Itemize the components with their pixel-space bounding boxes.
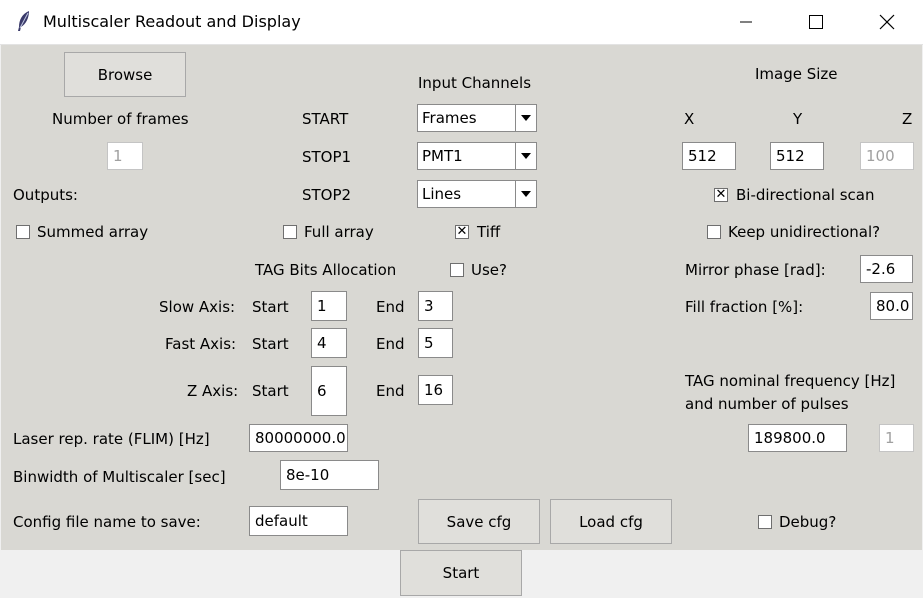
z-end-label: End: [376, 382, 405, 400]
z-axis-start-field[interactable]: [311, 366, 347, 416]
z-axis-label: Z Axis:: [187, 382, 239, 400]
chevron-down-icon[interactable]: [515, 143, 536, 169]
tag-frequency-label-line2: and number of pulses: [685, 395, 849, 413]
summed-array-checkbox[interactable]: [16, 225, 30, 239]
bidirectional-scan-label: Bi-directional scan: [736, 186, 875, 204]
number-of-frames-label: Number of frames: [52, 110, 189, 128]
binwidth-label: Binwidth of Multiscaler [sec]: [13, 468, 226, 486]
fill-fraction-field[interactable]: [870, 292, 913, 320]
tag-frequency-label-line1: TAG nominal frequency [Hz]: [685, 372, 896, 390]
stop2-channel-label: STOP2: [302, 186, 352, 204]
save-cfg-button[interactable]: Save cfg: [418, 499, 540, 544]
minimize-button[interactable]: [723, 0, 769, 44]
bottom-bar: Start: [1, 550, 922, 596]
laser-rep-rate-field[interactable]: [249, 424, 348, 452]
keep-unidirectional-checkbox[interactable]: [707, 225, 721, 239]
fast-axis-label: Fast Axis:: [165, 335, 237, 353]
tiff-checkbox[interactable]: ✕: [455, 225, 469, 239]
slow-end-label: End: [376, 298, 405, 316]
start-channel-value: Frames: [422, 109, 477, 127]
debug-label: Debug?: [779, 513, 837, 531]
tag-use-label: Use?: [471, 261, 507, 279]
mirror-phase-label: Mirror phase [rad]:: [685, 261, 826, 279]
x-label: X: [684, 110, 695, 128]
z-axis-end-field[interactable]: [418, 375, 453, 405]
window-title: Multiscaler Readout and Display: [43, 12, 301, 31]
config-file-field[interactable]: [249, 506, 348, 536]
stop1-channel-label: STOP1: [302, 148, 352, 166]
bidirectional-scan-checkbox[interactable]: ✕: [714, 188, 728, 202]
stop2-channel-value: Lines: [422, 185, 462, 203]
start-channel-label: START: [302, 110, 349, 128]
input-channels-heading: Input Channels: [418, 74, 532, 92]
slow-axis-start-field[interactable]: [311, 291, 347, 321]
tag-use-checkbox[interactable]: [450, 263, 464, 277]
full-array-checkbox[interactable]: [283, 225, 297, 239]
main-panel: Browse Input Channels Image Size Number …: [1, 45, 922, 550]
tag-pulses-field[interactable]: [879, 424, 914, 452]
fast-axis-end-field[interactable]: [418, 328, 453, 358]
tag-frequency-field[interactable]: [748, 424, 847, 452]
fast-start-label: Start: [252, 335, 289, 353]
number-of-frames-field[interactable]: [107, 142, 143, 170]
fill-fraction-label: Fill fraction [%]:: [685, 298, 804, 316]
slow-axis-end-field[interactable]: [418, 291, 453, 321]
title-bar: Multiscaler Readout and Display: [0, 0, 923, 45]
stop2-channel-select[interactable]: Lines: [417, 180, 537, 208]
start-button[interactable]: Start: [400, 550, 522, 596]
image-size-x-field[interactable]: [682, 142, 736, 170]
stop1-channel-select[interactable]: PMT1: [417, 142, 537, 170]
tag-bits-heading: TAG Bits Allocation: [255, 261, 397, 279]
chevron-down-icon[interactable]: [515, 105, 536, 131]
laser-rep-rate-label: Laser rep. rate (FLIM) [Hz]: [13, 430, 210, 448]
full-array-label: Full array: [304, 223, 374, 241]
chevron-down-icon[interactable]: [515, 181, 536, 207]
mirror-phase-field[interactable]: [860, 255, 913, 283]
y-label: Y: [793, 110, 803, 128]
image-size-z-field[interactable]: [860, 142, 914, 170]
outputs-label: Outputs:: [13, 186, 78, 204]
image-size-y-field[interactable]: [770, 142, 824, 170]
maximize-button[interactable]: [793, 0, 839, 44]
browse-button[interactable]: Browse: [64, 52, 186, 97]
feather-app-icon: [16, 10, 32, 36]
stop1-channel-value: PMT1: [422, 147, 463, 165]
tiff-label: Tiff: [477, 223, 501, 241]
fast-axis-start-field[interactable]: [311, 328, 347, 358]
slow-start-label: Start: [252, 298, 289, 316]
fast-end-label: End: [376, 335, 405, 353]
z-start-label: Start: [252, 382, 289, 400]
summed-array-label: Summed array: [37, 223, 149, 241]
keep-unidirectional-label: Keep unidirectional?: [728, 223, 881, 241]
config-file-label: Config file name to save:: [13, 513, 201, 531]
close-button[interactable]: [864, 0, 910, 44]
z-label: Z: [902, 110, 913, 128]
load-cfg-button[interactable]: Load cfg: [550, 499, 672, 544]
image-size-heading: Image Size: [755, 65, 838, 83]
debug-checkbox[interactable]: [758, 515, 772, 529]
binwidth-field[interactable]: [280, 460, 379, 490]
start-channel-select[interactable]: Frames: [417, 104, 537, 132]
slow-axis-label: Slow Axis:: [159, 298, 236, 316]
